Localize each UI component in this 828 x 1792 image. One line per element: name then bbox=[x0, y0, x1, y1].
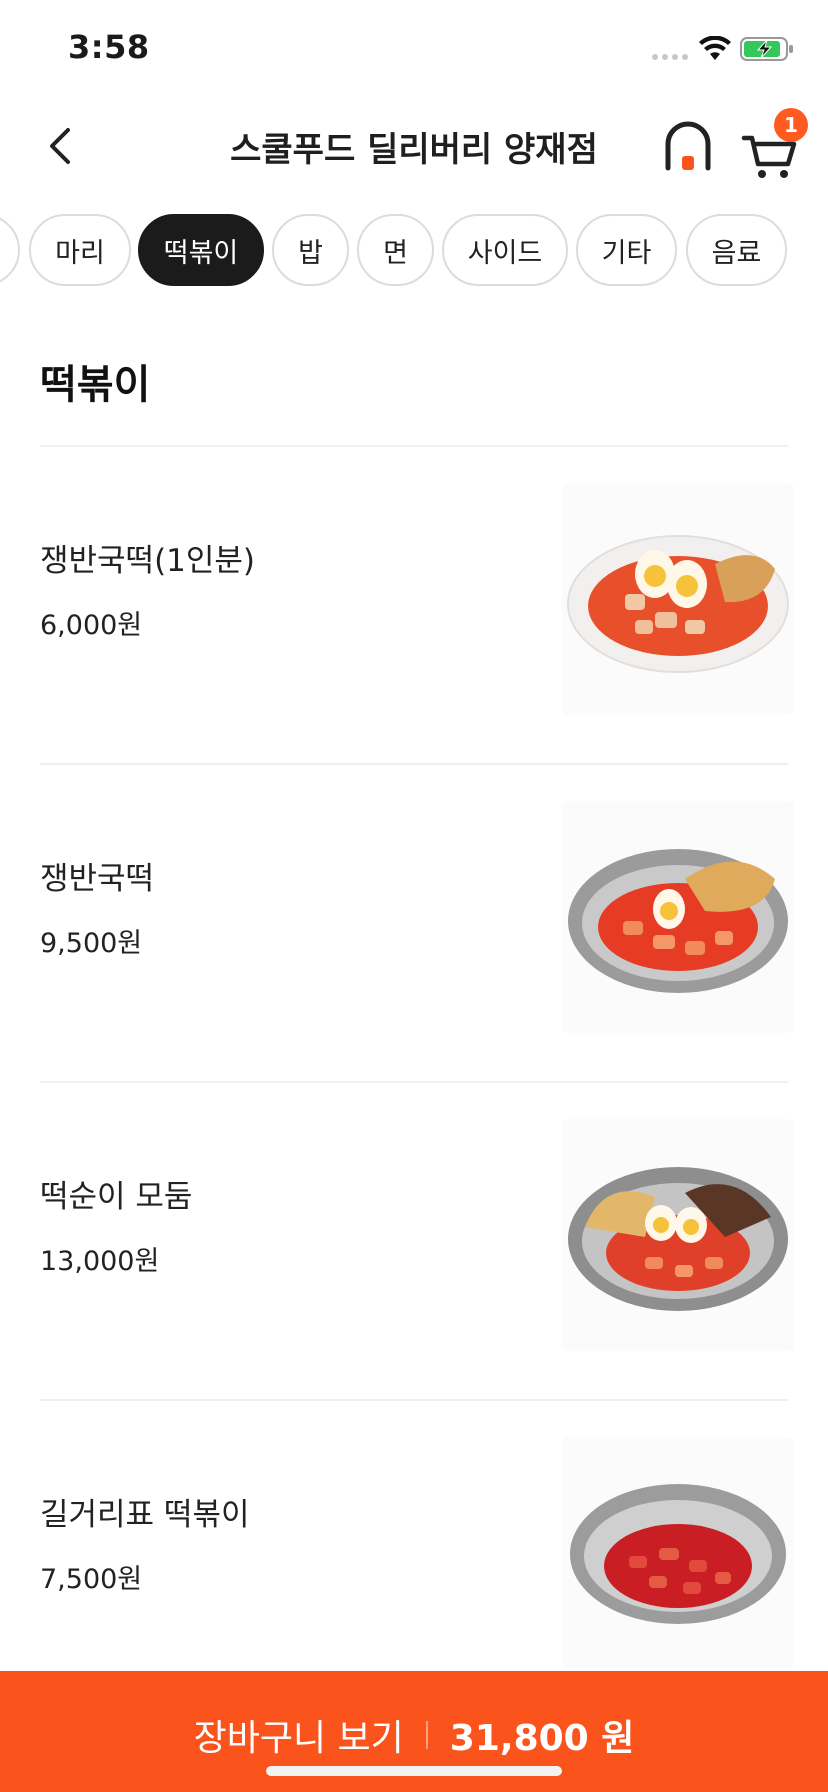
tab-partial-left[interactable] bbox=[0, 214, 20, 286]
section-title: 떡볶이 bbox=[40, 362, 151, 408]
page-title: 스쿨푸드 딜리버리 양재점 bbox=[230, 130, 598, 170]
menu-item-name: 쟁반국떡 bbox=[40, 861, 155, 897]
menu-item-name: 길거리표 떡볶이 bbox=[40, 1497, 250, 1533]
tab-rice[interactable]: 밥 bbox=[272, 214, 349, 286]
store-home-button[interactable] bbox=[662, 116, 714, 176]
tab-noodle[interactable]: 면 bbox=[357, 214, 434, 286]
menu-item-price: 6,000원 bbox=[40, 610, 143, 641]
wifi-icon bbox=[699, 36, 731, 60]
menu-list: 쟁반국떡(1인분) 6,000원 쟁반국떡 9,500원 떡순이 모둠 13,0… bbox=[0, 447, 828, 1719]
tab-drinks[interactable]: 음료 bbox=[686, 214, 787, 286]
cart-bar-content: 장바구니 보기 31,800 원 bbox=[0, 1709, 828, 1761]
battery-charging-icon bbox=[740, 37, 793, 61]
chevron-left-icon bbox=[50, 128, 70, 164]
menu-item-price: 7,500원 bbox=[40, 1564, 143, 1595]
category-tabs: 마리 떡볶이 밥 면 사이드 기타 음료 bbox=[0, 214, 828, 290]
tab-side[interactable]: 사이드 bbox=[442, 214, 568, 286]
menu-item[interactable]: 떡순이 모둠 13,000원 bbox=[0, 1083, 828, 1401]
tab-etc[interactable]: 기타 bbox=[576, 214, 677, 286]
menu-item-name: 떡순이 모둠 bbox=[40, 1179, 193, 1215]
cart-button[interactable]: 1 bbox=[740, 108, 808, 180]
tab-tteokbokki[interactable]: 떡볶이 bbox=[138, 214, 264, 286]
street-tteokbokki-image bbox=[562, 1437, 794, 1669]
status-bar: 3:58 bbox=[0, 0, 828, 96]
cart-bar-label: 장바구니 보기 bbox=[193, 1718, 404, 1759]
menu-item-price: 9,500원 bbox=[40, 928, 143, 959]
status-time: 3:58 bbox=[68, 28, 150, 66]
home-indicator[interactable] bbox=[266, 1766, 562, 1776]
menu-item[interactable]: 쟁반국떡(1인분) 6,000원 bbox=[0, 447, 828, 765]
store-home-icon bbox=[665, 121, 711, 171]
cart-total-price: 31,800 원 bbox=[449, 1718, 635, 1759]
tab-mari[interactable]: 마리 bbox=[29, 214, 131, 286]
menu-item-price: 13,000원 bbox=[40, 1246, 160, 1277]
tteokbokki-platter-image bbox=[562, 1119, 794, 1351]
header: 스쿨푸드 딜리버리 양재점 1 bbox=[0, 96, 828, 196]
back-button[interactable] bbox=[30, 114, 90, 178]
divider bbox=[425, 1721, 428, 1749]
tteokbokki-steel-bowl-image bbox=[562, 801, 794, 1033]
tteokbokki-white-bowl-image bbox=[562, 483, 794, 715]
menu-item-name: 쟁반국떡(1인분) bbox=[40, 543, 256, 579]
menu-item[interactable]: 쟁반국떡 9,500원 bbox=[0, 765, 828, 1083]
cellular-signal-icon bbox=[652, 54, 688, 60]
cart-count-badge: 1 bbox=[774, 108, 808, 142]
